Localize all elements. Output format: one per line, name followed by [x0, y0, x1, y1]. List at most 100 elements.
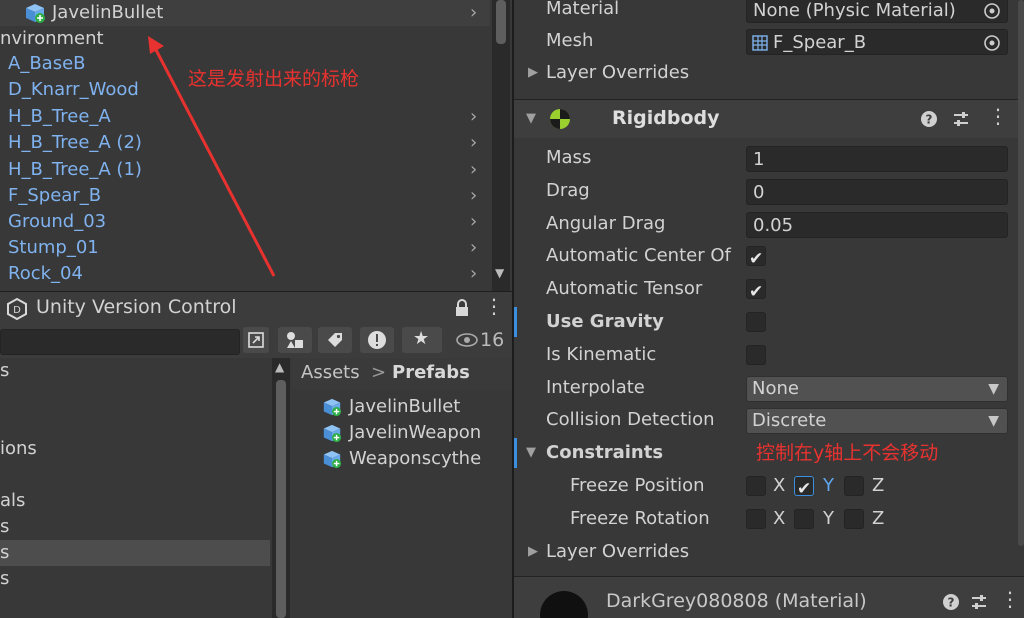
- foldout-right-icon[interactable]: ▶: [528, 58, 538, 88]
- auto-tensor-checkbox[interactable]: [746, 277, 766, 307]
- svg-text:?: ?: [948, 596, 955, 610]
- chevron-right-icon[interactable]: ›: [470, 235, 477, 261]
- hierarchy-scrollbar[interactable]: ▼: [492, 0, 510, 291]
- mass-label: Mass: [546, 147, 592, 168]
- filter-label-button[interactable]: [318, 327, 352, 353]
- breadcrumb-assets[interactable]: Assets: [301, 362, 360, 383]
- more-options-icon[interactable]: ⋮: [1000, 587, 1020, 611]
- hierarchy-item-label: H_B_Tree_A (2): [8, 132, 142, 153]
- hierarchy-item-label: JavelinBullet: [52, 2, 164, 23]
- search-input[interactable]: [0, 329, 240, 355]
- chevron-right-icon[interactable]: ›: [470, 209, 477, 235]
- scrollbar-thumb[interactable]: [276, 380, 286, 618]
- presets-icon[interactable]: [970, 593, 988, 611]
- material-field[interactable]: None (Physic Material): [746, 0, 1008, 23]
- interpolate-label: Interpolate: [546, 377, 645, 398]
- rigidbody-header[interactable]: ▼ Rigidbody ? ⋮: [514, 99, 1024, 138]
- chevron-right-icon[interactable]: ›: [470, 157, 477, 183]
- inspector-panel: Material None (Physic Material) Mesh F_S…: [514, 0, 1024, 618]
- folder-item[interactable]: ions: [0, 436, 270, 462]
- foldout-right-icon[interactable]: ▶: [528, 537, 538, 567]
- breadcrumb-prefabs[interactable]: Prefabs: [392, 362, 470, 383]
- version-control-icon: D: [7, 298, 27, 320]
- hidden-packages-toggle[interactable]: 16: [448, 327, 510, 353]
- auto-center-checkbox[interactable]: [746, 244, 766, 274]
- hierarchy-group-label: nvironment: [0, 28, 104, 49]
- freeze-position-z-checkbox[interactable]: [844, 476, 864, 496]
- more-options-icon[interactable]: ⋮: [484, 294, 504, 318]
- breadcrumb-separator: >: [371, 362, 387, 383]
- hierarchy-item-javelinbullet[interactable]: JavelinBullet ›: [0, 0, 490, 26]
- presets-icon[interactable]: [952, 110, 970, 128]
- asset-label: Weaponscythe: [349, 448, 482, 469]
- interpolate-dropdown[interactable]: None ▼: [746, 376, 1008, 402]
- project-panel: ★ 16 s ions als s s s ▲ Assets > Prefabs…: [0, 324, 512, 618]
- foldout-down-icon[interactable]: ▼: [526, 438, 536, 468]
- freeze-position-x-checkbox[interactable]: [746, 476, 766, 496]
- chevron-right-icon[interactable]: ›: [470, 130, 477, 156]
- mass-row: Mass 1: [514, 143, 1020, 173]
- scrollbar-thumb[interactable]: [496, 0, 506, 44]
- axis-z-label: Z: [872, 475, 885, 496]
- drag-row: Drag 0: [514, 176, 1020, 206]
- inspector-scrollbar[interactable]: [1018, 0, 1024, 576]
- freeze-rotation-x-checkbox[interactable]: [746, 509, 766, 529]
- object-picker-icon[interactable]: [983, 34, 1001, 52]
- layer-overrides-label: Layer Overrides: [546, 541, 690, 562]
- lock-icon[interactable]: [454, 299, 470, 317]
- filter-type-button[interactable]: [278, 327, 312, 353]
- project-toolbar: ★ 16: [0, 324, 512, 358]
- search-options-button[interactable]: [243, 327, 269, 353]
- foldout-down-icon[interactable]: ▼: [526, 111, 536, 126]
- folder-scrollbar[interactable]: ▲: [272, 358, 290, 618]
- auto-center-row: Automatic Center Of: [514, 241, 1020, 274]
- scroll-down-icon[interactable]: ▼: [495, 266, 504, 280]
- object-picker-icon[interactable]: [983, 2, 1001, 20]
- star-icon: ★: [413, 328, 430, 349]
- is-kinematic-checkbox[interactable]: [746, 345, 766, 365]
- collision-detection-dropdown[interactable]: Discrete ▼: [746, 408, 1008, 434]
- chevron-right-icon[interactable]: ›: [470, 261, 477, 287]
- help-icon[interactable]: ?: [920, 110, 938, 128]
- material-preview-sphere: [540, 591, 588, 618]
- collision-detection-label: Collision Detection: [546, 409, 715, 430]
- more-options-icon[interactable]: ⋮: [988, 104, 1008, 128]
- material-component-header[interactable]: DarkGrey080808 (Material) ? ⋮: [514, 576, 1024, 618]
- folder-item-selected[interactable]: s: [0, 540, 270, 566]
- axis-y-label: Y: [823, 475, 834, 496]
- scroll-up-icon[interactable]: ▲: [275, 360, 284, 374]
- favorites-button[interactable]: ★: [402, 327, 442, 353]
- layer-overrides-foldout[interactable]: ▶ Layer Overrides: [514, 58, 1020, 88]
- rigidbody-icon: [550, 109, 570, 129]
- scrollbar-thumb[interactable]: [1018, 0, 1024, 546]
- eye-icon: [456, 333, 478, 347]
- asset-label: JavelinWeapon: [349, 422, 482, 443]
- folder-item[interactable]: als: [0, 488, 270, 514]
- svg-text:?: ?: [926, 113, 933, 127]
- auto-tensor-label: Automatic Tensor: [546, 278, 703, 299]
- layer-overrides-foldout[interactable]: ▶ Layer Overrides: [514, 537, 1020, 567]
- freeze-position-y-checkbox[interactable]: [794, 474, 814, 504]
- constraints-foldout[interactable]: ▼ Constraints 控制在y轴上不会移动: [514, 438, 1020, 468]
- help-icon[interactable]: ?: [942, 593, 960, 611]
- freeze-rotation-z-checkbox[interactable]: [844, 509, 864, 529]
- chevron-right-icon[interactable]: ›: [470, 183, 477, 209]
- drag-input[interactable]: 0: [746, 179, 1008, 205]
- freeze-rotation-row: Freeze Rotation X Y Z: [514, 504, 1020, 534]
- use-gravity-checkbox[interactable]: [746, 312, 766, 332]
- version-control-bar: D Unity Version Control ⋮: [0, 291, 512, 325]
- mesh-field[interactable]: F_Spear_B: [746, 29, 1008, 55]
- hidden-count: 16: [480, 329, 505, 351]
- angular-drag-input[interactable]: 0.05: [746, 212, 1008, 238]
- chevron-right-icon[interactable]: ›: [470, 0, 477, 26]
- panel-divider[interactable]: [512, 0, 514, 618]
- material-label: Material: [546, 0, 620, 19]
- freeze-rotation-y-checkbox[interactable]: [794, 509, 814, 529]
- folder-item[interactable]: s: [0, 566, 270, 592]
- folder-item[interactable]: s: [0, 358, 270, 384]
- folder-label: s: [0, 360, 10, 381]
- mass-input[interactable]: 1: [746, 146, 1008, 172]
- chevron-right-icon[interactable]: ›: [470, 104, 477, 130]
- filter-warning-button[interactable]: [360, 327, 394, 353]
- folder-item[interactable]: s: [0, 514, 270, 540]
